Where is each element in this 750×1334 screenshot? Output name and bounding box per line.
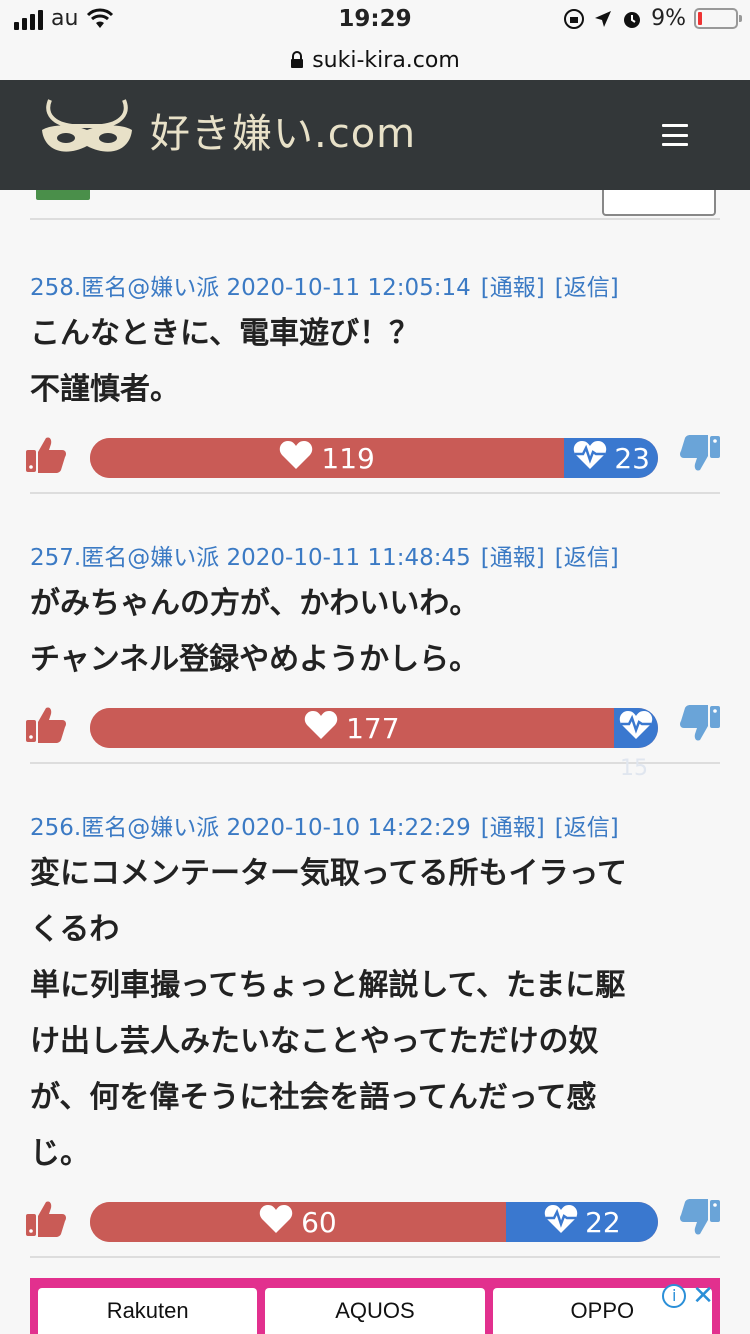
comment-meta: 256.匿名@嫌い派 2020-10-10 14:22:29 [通報] [返信]	[30, 808, 720, 842]
heart-icon	[304, 710, 338, 747]
dislike-count: 23	[614, 441, 650, 475]
battery-percent: 9%	[651, 6, 686, 31]
ad-close-icon[interactable]: ✕	[692, 1283, 714, 1309]
comment-item: 256.匿名@嫌い派 2020-10-10 14:22:29 [通報] [返信] 変…	[26, 808, 720, 1258]
reply-link[interactable]: [返信]	[555, 275, 619, 301]
comment-header: 257.匿名@嫌い派 2020-10-11 11:48:45	[30, 545, 471, 571]
dislike-count: 15	[620, 756, 648, 781]
thumbs-up-icon[interactable]	[24, 432, 68, 476]
like-count: 177	[346, 711, 400, 745]
site-logo[interactable]: 好き嫌い.com	[32, 94, 416, 166]
like-segment[interactable]: 177	[90, 708, 614, 748]
status-bar: au 19:29 9%	[0, 0, 750, 40]
site-name: 好き嫌い.com	[150, 111, 417, 157]
report-link[interactable]: [通報]	[481, 275, 545, 301]
comment-body: こんなときに、電車遊び！？ 不謹慎者。	[30, 316, 420, 407]
comment-item: 257.匿名@嫌い派 2020-10-11 11:48:45 [通報] [返信] が…	[26, 538, 720, 781]
vote-bar: 119 23	[90, 438, 658, 478]
comment-item: 258.匿名@嫌い派 2020-10-11 12:05:14 [通報] [返信] こ…	[26, 268, 720, 494]
heart-icon	[259, 1204, 293, 1241]
site-header: 好き嫌い.com	[0, 80, 750, 190]
dislike-count: 22	[585, 1205, 621, 1239]
thumbs-up-icon[interactable]	[24, 702, 68, 746]
location-icon	[595, 10, 612, 27]
like-count: 60	[301, 1205, 337, 1239]
heart-icon	[279, 440, 313, 477]
ad-card-rakuten[interactable]: Rakuten	[38, 1288, 258, 1334]
reply-link[interactable]: [返信]	[555, 815, 619, 841]
like-count: 119	[321, 441, 375, 475]
url-bar[interactable]: suki-kira.com	[0, 40, 750, 80]
reply-link[interactable]: [返信]	[555, 545, 619, 571]
vote-row: 119 23	[26, 435, 720, 478]
heart-pulse-icon	[543, 1204, 579, 1241]
mask-icon	[42, 99, 132, 152]
comment-meta: 257.匿名@嫌い派 2020-10-11 11:48:45 [通報] [返信]	[30, 538, 720, 572]
comment-header: 258.匿名@嫌い派 2020-10-11 12:05:14	[30, 275, 471, 301]
bottom-ad-banner[interactable]: Rakuten AQUOS OPPO i ✕	[30, 1278, 720, 1334]
dislike-segment[interactable]	[613, 708, 658, 748]
alarm-icon	[624, 11, 641, 28]
heart-pulse-icon	[572, 440, 608, 477]
thumbs-down-icon[interactable]	[678, 432, 722, 476]
thumbs-down-icon[interactable]	[678, 1196, 722, 1240]
lock-icon	[291, 51, 304, 68]
vote-row: 60 22	[26, 1199, 720, 1242]
thumbs-down-icon[interactable]	[678, 702, 722, 746]
ad-card-aquos[interactable]: AQUOS	[265, 1288, 485, 1334]
menu-icon[interactable]	[662, 124, 688, 146]
battery-icon	[694, 8, 742, 29]
like-segment[interactable]: 60	[90, 1202, 506, 1242]
comment-body: 変にコメンテーター気取ってる所もイラって くるわ 単に列車撮ってちょっと解説して…	[30, 856, 627, 1171]
ad-info-icon[interactable]: i	[662, 1284, 687, 1308]
report-link[interactable]: [通報]	[481, 545, 545, 571]
vote-bar: 177	[90, 708, 658, 748]
url-text: suki-kira.com	[312, 47, 460, 73]
orientation-lock-icon	[564, 8, 585, 29]
dislike-segment[interactable]: 22	[505, 1202, 658, 1242]
report-link[interactable]: [通報]	[481, 815, 545, 841]
like-segment[interactable]: 119	[90, 438, 565, 478]
comment-meta: 258.匿名@嫌い派 2020-10-11 12:05:14 [通報] [返信]	[30, 268, 720, 302]
thumbs-up-icon[interactable]	[24, 1196, 68, 1240]
comment-body: がみちゃんの方が、かわいいわ。 チャンネル登録やめようかしら。	[30, 586, 480, 677]
heart-pulse-icon	[618, 710, 654, 747]
vote-row: 177 15	[26, 705, 720, 781]
comment-header: 256.匿名@嫌い派 2020-10-10 14:22:29	[30, 815, 471, 841]
vote-bar: 60 22	[90, 1202, 658, 1242]
dislike-segment[interactable]: 23	[564, 438, 658, 478]
